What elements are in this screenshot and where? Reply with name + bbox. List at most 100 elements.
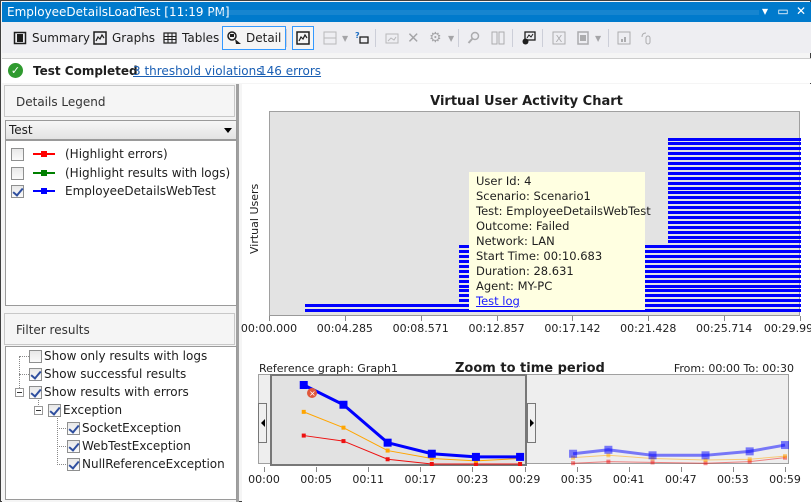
virtual-user-bar[interactable] (668, 152, 801, 156)
virtual-user-bar[interactable] (668, 142, 801, 146)
report-button[interactable]: ▼ (571, 26, 606, 50)
collapse-icon[interactable] (34, 406, 43, 415)
error-details-button[interactable] (517, 26, 541, 50)
zoom-selection-window[interactable] (270, 374, 527, 466)
legend-label: (Highlight errors) (65, 147, 168, 161)
virtual-user-bar[interactable] (668, 240, 801, 244)
virtual-user-bar[interactable] (668, 162, 801, 165)
graphs-button[interactable]: Graphs (88, 26, 160, 50)
filter-item-socket-exception[interactable]: SocketException (67, 420, 181, 436)
details-legend-header: Details Legend (4, 85, 235, 117)
zoom-x-tick-mark (524, 467, 526, 472)
filter-results-header: Filter results (4, 313, 235, 345)
virtual-user-bar[interactable] (668, 157, 801, 161)
maximize-icon[interactable]: ▭ (777, 4, 789, 18)
zoom-right-handle[interactable] (527, 403, 536, 443)
filter-item-exception[interactable]: Exception (48, 402, 122, 418)
layout-button[interactable]: ▼ (318, 26, 353, 50)
attach-button[interactable] (634, 26, 658, 50)
x-tick-label: 00:17.142 (544, 322, 601, 335)
filter-checkbox[interactable] (29, 367, 42, 381)
filter-item-nullreference-exception[interactable]: NullReferenceException (67, 456, 225, 472)
virtual-user-bar[interactable] (668, 220, 801, 224)
dropdown-icon[interactable]: ▾ (759, 4, 771, 18)
find-button[interactable] (462, 26, 486, 50)
virtual-user-bar[interactable] (668, 211, 801, 214)
virtual-user-bar[interactable] (668, 191, 801, 195)
virtual-user-bar[interactable] (668, 225, 801, 229)
virtual-user-bar[interactable] (668, 176, 801, 180)
filter-checkbox[interactable] (67, 439, 80, 453)
filter-item-logs-only[interactable]: Show only results with logs (29, 348, 207, 364)
separator (608, 29, 609, 47)
details-legend-title: Details Legend (16, 95, 106, 109)
tooltip-network: Network: LAN (476, 234, 555, 248)
filter-checkbox[interactable] (29, 349, 42, 363)
green-line-icon (33, 170, 55, 176)
settings-button[interactable]: ⚙ ▼ (424, 26, 459, 50)
zoom-x-tick-mark (576, 467, 578, 472)
legend-item-highlight-logs[interactable]: (Highlight results with logs) (11, 165, 230, 181)
virtual-user-bar[interactable] (668, 181, 801, 185)
legend-toggle-button[interactable]: ? (350, 26, 374, 50)
virtual-user-bar[interactable] (668, 215, 801, 219)
virtual-user-bar[interactable] (668, 171, 801, 175)
legend-checkbox[interactable] (11, 147, 24, 161)
virtual-user-bar[interactable] (668, 206, 801, 210)
filter-checkbox[interactable] (48, 403, 61, 417)
add-graph-button[interactable] (380, 26, 404, 50)
graphs-icon (93, 31, 107, 45)
test-log-link[interactable]: Test log (476, 294, 638, 309)
compare-button[interactable] (486, 26, 510, 50)
virtual-user-bar[interactable] (668, 166, 801, 170)
threshold-violations-link[interactable]: 3 threshold violations (133, 64, 262, 78)
filter-checkbox[interactable] (67, 457, 80, 471)
errors-link[interactable]: 146 errors (259, 64, 321, 78)
virtual-user-bar[interactable] (668, 230, 801, 234)
x-tick-mark (496, 316, 498, 321)
legend-checkbox[interactable] (11, 166, 24, 180)
zoom-left-handle[interactable] (258, 403, 267, 443)
trend-button[interactable] (612, 26, 636, 50)
chart-pane: Virtual User Activity Chart Virtual User… (241, 84, 811, 502)
filter-checkbox[interactable] (67, 421, 80, 435)
legend-checkbox[interactable] (11, 184, 24, 198)
virtual-user-bar[interactable] (668, 186, 801, 190)
filter-item-errors[interactable]: Show results with errors (29, 384, 189, 400)
virtual-user-bar[interactable] (668, 137, 801, 141)
chevron-down-icon: ▼ (342, 33, 349, 43)
excel-export-button[interactable]: X (547, 26, 571, 50)
close-icon[interactable]: ✕ (795, 4, 807, 18)
virtual-user-bar[interactable] (668, 147, 801, 151)
collapse-icon[interactable] (15, 388, 24, 397)
tree-line (57, 446, 66, 447)
legend-item-webtest[interactable]: EmployeeDetailsWebTest (11, 183, 216, 199)
tables-label: Tables (182, 31, 220, 45)
tree-line (57, 464, 66, 465)
drag-grip[interactable] (212, 10, 759, 15)
delete-icon: ✕ (407, 29, 420, 47)
delete-button[interactable]: ✕ (402, 26, 426, 50)
filter-checkbox[interactable] (29, 385, 42, 399)
virtual-user-bar[interactable] (668, 196, 801, 200)
detail-button[interactable]: Detail (222, 26, 287, 50)
chart-view-icon (296, 31, 310, 45)
legend-item-highlight-errors[interactable]: (Highlight errors) (11, 146, 168, 162)
filter-label: Show successful results (44, 367, 187, 381)
trend-icon (617, 31, 631, 45)
summary-button[interactable]: Summary (8, 26, 95, 50)
tables-button[interactable]: Tables (158, 26, 224, 50)
chart-view-button[interactable] (292, 26, 314, 50)
filter-item-webtest-exception[interactable]: WebTestException (67, 438, 191, 454)
virtual-user-bar[interactable] (668, 201, 801, 205)
user-tooltip: User Id: 4 Scenario: Scenario1 Test: Emp… (469, 172, 651, 310)
virtual-user-bar[interactable] (668, 235, 801, 239)
arrow-left-icon (261, 419, 265, 427)
add-graph-icon (385, 31, 399, 45)
zoom-x-tick-mark (368, 467, 370, 472)
filter-item-successful[interactable]: Show successful results (29, 366, 186, 382)
separator (375, 29, 376, 47)
filter-label: WebTestException (82, 439, 191, 453)
status-bar: ✓ Test Completed 3 threshold violations … (2, 58, 811, 83)
legend-combo[interactable]: Test (5, 120, 237, 140)
